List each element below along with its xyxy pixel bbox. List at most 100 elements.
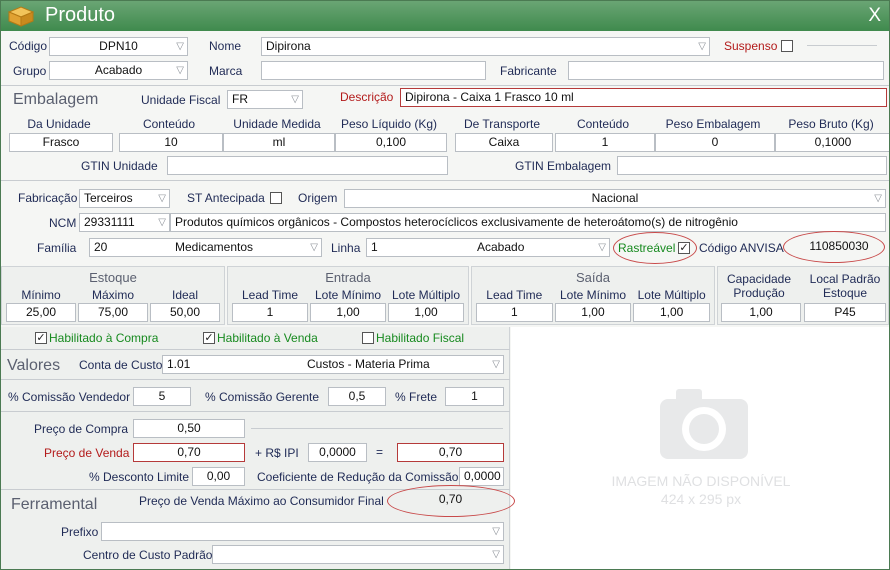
embalagem-value: 0	[711, 135, 719, 149]
saida-value: 1,00	[581, 305, 605, 319]
valores-section-title: Valores	[7, 357, 61, 374]
embalagem-value-field[interactable]: ml	[223, 133, 335, 152]
chevron-down-icon: ▽	[158, 193, 166, 204]
prefixo-label: Prefixo	[61, 525, 99, 539]
frete-label: % Frete	[395, 390, 438, 404]
ipi-label: + R$ IPI	[255, 446, 299, 460]
embalagem-section-title: Embalagem	[13, 91, 99, 108]
centro-custo-select[interactable]: ▽	[212, 545, 504, 564]
codigo-select[interactable]: DPN10 ▽	[49, 37, 188, 56]
codigo-anvisa-label: Código ANVISA	[699, 241, 784, 255]
origem-select[interactable]: Nacional ▽	[344, 189, 886, 208]
ncm-desc-value: Produtos químicos orgânicos - Compostos …	[175, 215, 738, 229]
saida-input[interactable]: 1	[476, 303, 553, 322]
embalagem-value: 0,100	[375, 135, 407, 149]
embalagem-header: Conteúdo	[142, 117, 196, 131]
st-antecipada-checkbox[interactable]	[270, 192, 282, 204]
preco-compra-input[interactable]: 0,50	[133, 419, 245, 438]
coeficiente-input[interactable]: 0,0000	[459, 467, 504, 486]
familia-select[interactable]: 20 Medicamentos ▽	[89, 238, 322, 257]
embalagem-value-field[interactable]: 1	[555, 133, 655, 152]
embalagem-value-field[interactable]: Frasco	[9, 133, 113, 152]
habilitado-venda-checkbox[interactable]: ✓	[203, 332, 215, 344]
embalagem-value-field[interactable]: 10	[119, 133, 223, 152]
preco-total-input: 0,70	[397, 443, 504, 462]
preco-venda-input[interactable]: 0,70	[133, 443, 245, 462]
comissao-vendedor-value: 5	[158, 389, 166, 403]
conta-custo-select[interactable]: 1.01 Custos - Materia Prima ▽	[162, 355, 504, 374]
preco-venda-label: Preço de Venda	[44, 446, 130, 460]
estoque-value: 25,00	[25, 305, 57, 319]
frete-input[interactable]: 1	[445, 387, 504, 406]
divider	[1, 180, 889, 181]
grupo-select[interactable]: Acabado ▽	[49, 61, 188, 80]
estoque-input[interactable]: 25,00	[6, 303, 76, 322]
chevron-down-icon: ▽	[492, 359, 500, 370]
fabricante-input[interactable]	[568, 61, 884, 80]
entrada-input[interactable]: 1,00	[388, 303, 464, 322]
comissao-vendedor-input[interactable]: 5	[133, 387, 191, 406]
saida-label: Lead Time	[486, 288, 543, 302]
close-button[interactable]: X	[868, 5, 881, 27]
desconto-limite-label: % Desconto Limite	[89, 470, 190, 484]
comissao-vendedor-label: % Comissão Vendedor	[8, 390, 131, 404]
nome-input[interactable]: Dipirona ▽	[261, 37, 710, 56]
ncm-select[interactable]: 29331111 ▽	[79, 213, 170, 232]
embalagem-value-field[interactable]: 0	[655, 133, 775, 152]
ncm-label: NCM	[49, 216, 77, 230]
entrada-input[interactable]: 1	[232, 303, 308, 322]
estoque-input[interactable]: 75,00	[78, 303, 148, 322]
linha-value: Acabado	[477, 240, 525, 254]
familia-label: Família	[37, 241, 77, 255]
chevron-down-icon: ▽	[492, 549, 500, 560]
codigo-value: DPN10	[99, 39, 138, 53]
embalagem-value: 1	[601, 135, 609, 149]
local-padrao-input[interactable]: P45	[804, 303, 886, 322]
gtin-embalagem-input[interactable]	[617, 156, 887, 175]
estoque-value: 50,00	[169, 305, 201, 319]
conta-custo-code: 1.01	[167, 357, 191, 371]
capacidade-input[interactable]: 1,00	[721, 303, 801, 322]
fabricacao-select[interactable]: Terceiros ▽	[79, 189, 170, 208]
entrada-input[interactable]: 1,00	[310, 303, 386, 322]
chevron-down-icon: ▽	[176, 65, 184, 76]
gtin-unidade-input[interactable]	[167, 156, 448, 175]
habilitado-venda-label: Habilitado à Venda	[217, 331, 318, 345]
conta-custo-label: Conta de Custo	[79, 358, 163, 372]
marca-input[interactable]	[261, 61, 486, 80]
embalagem-value-field[interactable]: 0,1000	[775, 133, 889, 152]
unidade-fiscal-label: Unidade Fiscal	[141, 93, 221, 107]
estoque-input[interactable]: 50,00	[150, 303, 220, 322]
saida-input[interactable]: 1,00	[554, 303, 632, 322]
comissao-gerente-label: % Comissão Gerente	[205, 390, 320, 404]
estoque-title: Estoque	[89, 270, 137, 285]
desconto-limite-input[interactable]: 0,00	[192, 467, 245, 486]
habilitado-compra-checkbox[interactable]: ✓	[35, 332, 47, 344]
entrada-label: Lote Múltiplo	[391, 288, 461, 302]
habilitado-fiscal-label: Habilitado Fiscal	[376, 331, 465, 345]
chevron-down-icon: ▽	[158, 217, 166, 228]
embalagem-value-field[interactable]: 0,100	[335, 133, 447, 152]
familia-code: 20	[94, 240, 108, 254]
embalagem-value-field[interactable]: Caixa	[455, 133, 553, 152]
divider	[1, 411, 510, 412]
ipi-input[interactable]: 0,0000	[308, 443, 367, 462]
comissao-gerente-input[interactable]: 0,5	[328, 387, 386, 406]
estoque-label: Mínimo	[21, 288, 61, 302]
saida-input[interactable]: 1,00	[633, 303, 710, 322]
divider	[807, 45, 877, 46]
prefixo-select[interactable]: ▽	[101, 522, 504, 541]
embalagem-value: Frasco	[42, 135, 80, 149]
unidade-fiscal-select[interactable]: FR ▽	[227, 90, 303, 109]
descricao-label: Descrição	[340, 90, 394, 104]
entrada-label: Lead Time	[241, 288, 299, 302]
camera-icon	[660, 389, 748, 459]
descricao-input[interactable]: Dipirona - Caixa 1 Frasco 10 ml	[400, 88, 887, 107]
habilitado-fiscal-checkbox[interactable]	[362, 332, 374, 344]
embalagem-header: Peso Embalagem	[665, 117, 761, 131]
familia-value: Medicamentos	[175, 240, 254, 254]
frete-value: 1	[471, 389, 478, 403]
linha-select[interactable]: 1 Acabado ▽	[366, 238, 610, 257]
suspenso-checkbox[interactable]	[781, 40, 793, 52]
embalagem-value: ml	[272, 135, 286, 149]
